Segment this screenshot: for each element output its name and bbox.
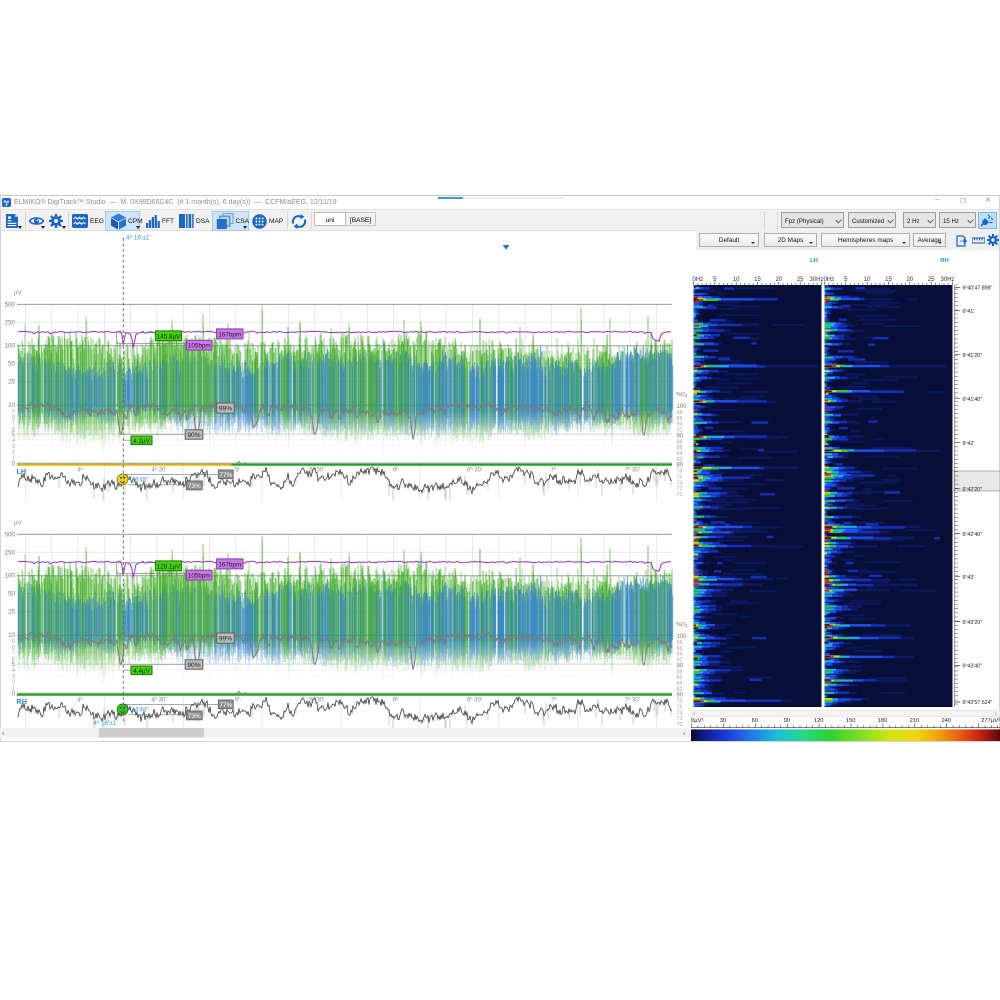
svg-text:RH: RH [940, 258, 949, 264]
svg-text:105bpm: 105bpm [188, 343, 211, 350]
svg-text:167bpm: 167bpm [218, 332, 241, 339]
svg-text:99%: 99% [219, 636, 232, 643]
svg-text:240: 240 [941, 718, 951, 724]
svg-text:60: 60 [752, 718, 758, 724]
svg-text:4.4µV: 4.4µV [133, 668, 150, 675]
svg-text:RH: RH [17, 697, 27, 706]
svg-text:90%: 90% [187, 432, 200, 439]
svg-text:73%: 73% [188, 713, 201, 720]
svg-text:6ʰ41′40″: 6ʰ41′40″ [963, 397, 983, 403]
svg-text:6ʰ42′20″: 6ʰ42′20″ [963, 487, 983, 493]
svg-text:6ʰ43′: 6ʰ43′ [963, 575, 975, 581]
svg-text:120: 120 [814, 718, 824, 724]
svg-text:26′48″: 26′48″ [132, 477, 150, 484]
svg-text:6ʰ43′57.624″: 6ʰ43′57.624″ [963, 700, 993, 706]
svg-text:6ʰ40′47.898″: 6ʰ40′47.898″ [963, 286, 993, 292]
svg-text:14′48″: 14′48″ [132, 707, 150, 714]
svg-text:LH: LH [810, 258, 818, 264]
svg-text:277µV²: 277µV² [981, 718, 1000, 724]
svg-text:›: › [995, 712, 997, 718]
svg-text:4.2µV: 4.2µV [133, 438, 150, 445]
svg-text:0µV²: 0µV² [691, 718, 703, 724]
svg-text:180: 180 [878, 718, 888, 724]
svg-text:‹: ‹ [693, 712, 695, 718]
svg-text:145.8µV: 145.8µV [157, 333, 181, 340]
svg-text:73%: 73% [188, 483, 201, 490]
svg-text:6ʰ43′40″: 6ʰ43′40″ [963, 664, 983, 670]
svg-text:105bpm: 105bpm [188, 573, 211, 580]
svg-text:30: 30 [720, 718, 726, 724]
svg-text:99%: 99% [219, 406, 232, 413]
svg-text:150: 150 [846, 718, 856, 724]
svg-text:167bpm: 167bpm [218, 562, 241, 569]
svg-text:4ʰ 16′±1′: 4ʰ 16′±1′ [126, 235, 152, 242]
svg-text:6ʰ41′20″: 6ʰ41′20″ [963, 353, 983, 359]
svg-text:210: 210 [910, 718, 920, 724]
svg-text:4ʰ 16′±1′: 4ʰ 16′±1′ [93, 720, 119, 727]
svg-text:77%: 77% [219, 702, 232, 709]
svg-text:6ʰ41′: 6ʰ41′ [963, 309, 975, 315]
svg-text:0Hz: 0Hz [824, 277, 835, 283]
svg-text:90%: 90% [187, 662, 200, 669]
svg-text:LH: LH [17, 467, 27, 476]
svg-text:6ʰ43′20″: 6ʰ43′20″ [963, 620, 983, 626]
svg-text:90: 90 [784, 718, 790, 724]
svg-text:6ʰ42′40″: 6ʰ42′40″ [963, 532, 983, 538]
svg-text:0Hz: 0Hz [693, 277, 704, 283]
svg-text:77%: 77% [219, 472, 232, 479]
svg-text:6ʰ42′: 6ʰ42′ [963, 441, 975, 447]
svg-text:128.1µV: 128.1µV [157, 563, 181, 570]
